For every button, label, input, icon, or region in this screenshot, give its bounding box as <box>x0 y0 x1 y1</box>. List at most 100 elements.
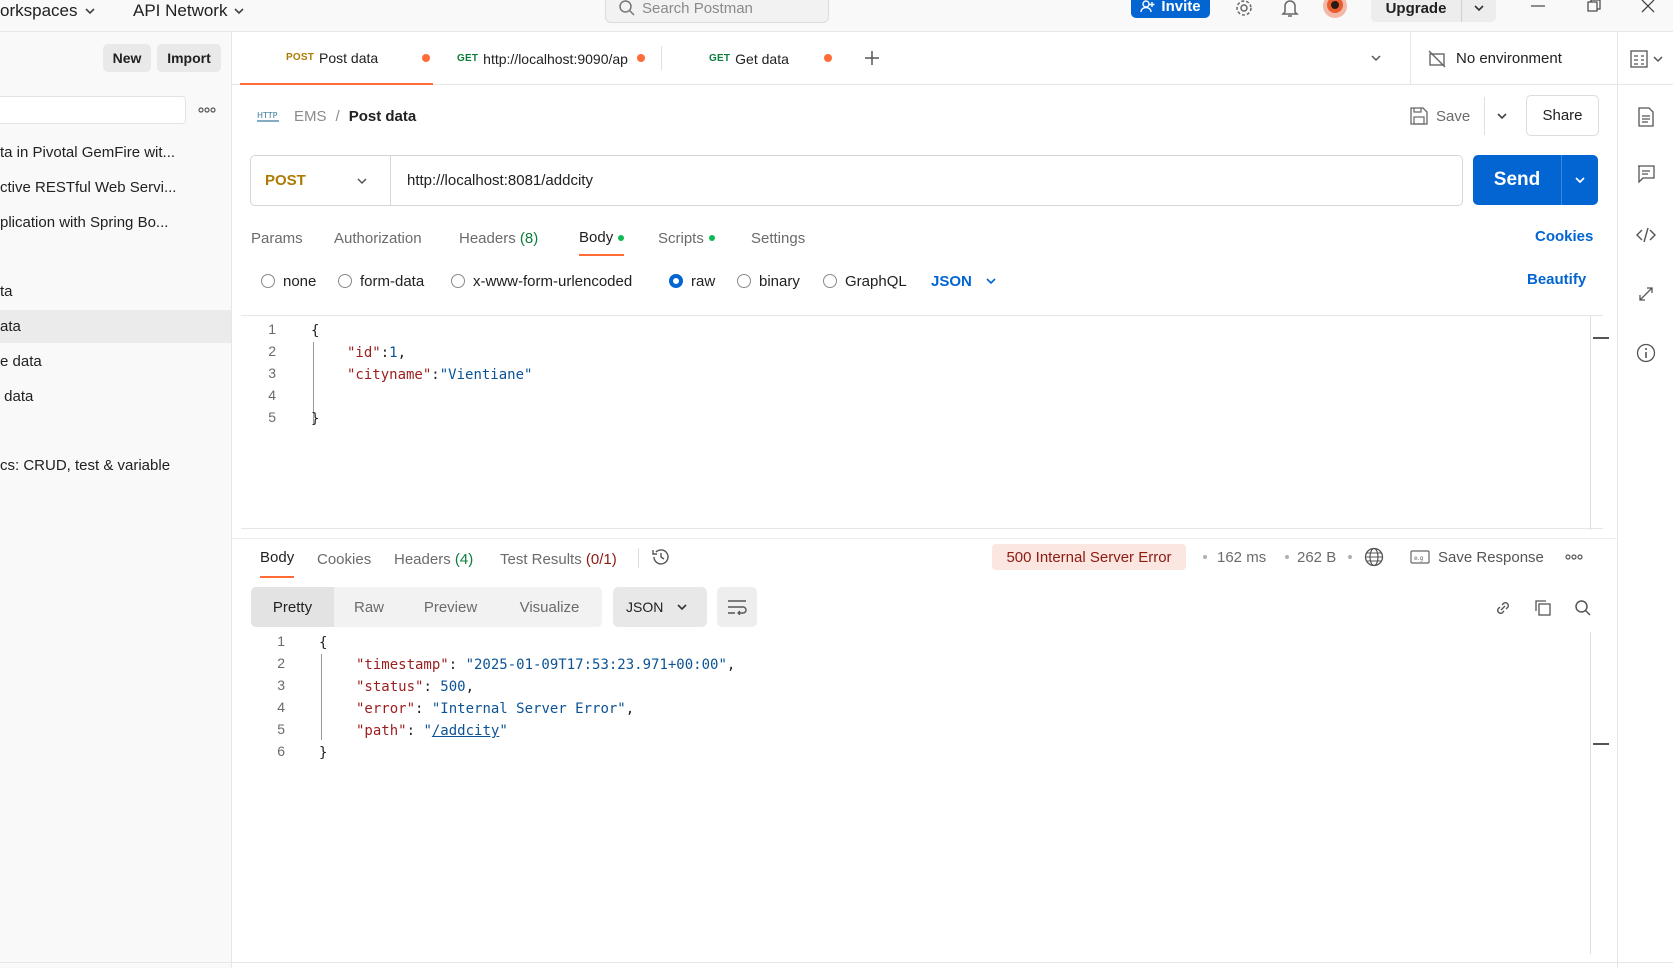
wrap-lines-icon <box>728 600 747 615</box>
sidebar-item[interactable]: data <box>0 380 231 413</box>
wrap-lines-button[interactable] <box>717 587 757 627</box>
minimize-icon[interactable] <box>1527 0 1549 12</box>
chevron-down-icon[interactable] <box>1573 173 1587 187</box>
related-collections-icon[interactable] <box>1634 282 1658 306</box>
sidebar-item[interactable]: ta in Pivotal GemFire wit... <box>0 136 231 169</box>
scrollbar-track[interactable] <box>1590 632 1591 954</box>
settings-icon[interactable] <box>1232 0 1256 20</box>
tab-params[interactable]: Params <box>251 224 303 252</box>
line-number: 6 <box>277 743 285 759</box>
import-button[interactable]: Import <box>157 44 221 72</box>
upgrade-button[interactable]: Upgrade <box>1371 0 1496 22</box>
documentation-icon[interactable] <box>1634 105 1658 129</box>
tab-settings[interactable]: Settings <box>751 224 805 252</box>
breadcrumb-collection[interactable]: EMS <box>294 108 327 125</box>
save-response-button[interactable]: e.g Save Response <box>1410 546 1544 568</box>
cookies-link[interactable]: Cookies <box>1535 228 1593 245</box>
chevron-down-icon[interactable] <box>1495 109 1509 123</box>
close-icon[interactable] <box>1637 0 1659 15</box>
format-raw[interactable]: Raw <box>334 587 404 627</box>
json-path-link[interactable]: /addcity <box>432 723 499 739</box>
sidebar-item[interactable]: ta <box>0 275 231 308</box>
sidebar-item[interactable]: plication with Spring Bo... <box>0 206 231 239</box>
radio-circle <box>338 274 352 288</box>
format-visualize[interactable]: Visualize <box>497 587 602 627</box>
format-pretty[interactable]: Pretty <box>251 587 334 627</box>
workspaces-menu[interactable]: orkspaces <box>0 0 97 22</box>
radio-circle <box>823 274 837 288</box>
invite-button[interactable]: Invite <box>1131 0 1210 18</box>
scrollbar-track[interactable] <box>1590 316 1591 530</box>
restore-icon[interactable] <box>1583 0 1605 14</box>
radio-raw[interactable]: raw <box>669 270 715 292</box>
tab-get-localhost[interactable]: GET http://localhost:9090/ap <box>457 32 655 85</box>
share-button[interactable]: Share <box>1526 95 1599 136</box>
new-tab-icon[interactable] <box>860 46 884 70</box>
response-tab-body[interactable]: Body <box>260 546 295 578</box>
beautify-link[interactable]: Beautify <box>1527 271 1586 288</box>
sidebar-search-input[interactable] <box>0 96 186 124</box>
code-line: } <box>311 408 319 430</box>
code-line: { <box>319 632 327 654</box>
tab-headers[interactable]: Headers (8) <box>459 224 538 252</box>
response-size[interactable]: 262 B <box>1297 546 1336 568</box>
format-preview[interactable]: Preview <box>404 587 497 627</box>
scrollbar-thumb[interactable] <box>1593 743 1609 745</box>
radio-x-www-form-urlencoded[interactable]: x-www-form-urlencoded <box>451 270 632 292</box>
more-options-icon[interactable] <box>1563 549 1585 565</box>
sidebar-item-label: data <box>0 388 34 405</box>
radio-graphql[interactable]: GraphQL <box>823 270 907 292</box>
info-icon[interactable] <box>1634 341 1658 365</box>
method-select[interactable]: POST <box>251 156 391 205</box>
link-icon[interactable] <box>1492 597 1514 619</box>
code-line: "status": 500, <box>356 676 474 698</box>
response-tab-headers[interactable]: Headers (4) <box>394 546 473 572</box>
chevron-down-icon[interactable] <box>1366 48 1386 68</box>
more-options-icon[interactable] <box>196 102 218 118</box>
environment-quicklook-icon[interactable] <box>1628 48 1650 70</box>
sidebar-item-active[interactable]: ata <box>0 310 231 343</box>
avatar[interactable] <box>1321 0 1349 20</box>
save-button[interactable]: Save <box>1410 96 1509 136</box>
tab-authorization[interactable]: Authorization <box>334 224 422 252</box>
radio-binary[interactable]: binary <box>737 270 800 292</box>
send-button[interactable]: Send <box>1473 155 1598 205</box>
radio-none[interactable]: none <box>261 270 316 292</box>
search-icon[interactable] <box>1572 597 1594 619</box>
response-tab-test-results[interactable]: Test Results (0/1) <box>500 546 617 572</box>
copy-icon[interactable] <box>1532 597 1554 619</box>
new-button[interactable]: New <box>103 44 151 72</box>
comments-icon[interactable] <box>1634 162 1658 186</box>
response-tab-cookies[interactable]: Cookies <box>317 546 371 572</box>
tab-get-data[interactable]: GET Get data <box>662 32 842 85</box>
api-network-menu[interactable]: API Network <box>133 0 246 22</box>
body-format-select[interactable]: JSON <box>931 270 998 292</box>
scrollbar-thumb[interactable] <box>1593 337 1609 339</box>
history-icon[interactable] <box>650 546 672 568</box>
sidebar-item[interactable]: ctive RESTful Web Servi... <box>0 171 231 204</box>
json-number: 500 <box>440 679 466 695</box>
sidebar-item[interactable]: cs: CRUD, test & variable <box>0 449 231 482</box>
globe-icon[interactable] <box>1363 546 1385 568</box>
code-icon[interactable] <box>1634 223 1658 247</box>
url-input[interactable]: http://localhost:8081/addcity <box>391 172 593 189</box>
response-language-select[interactable]: JSON <box>613 587 707 627</box>
search-input[interactable]: Search Postman <box>605 0 829 23</box>
chevron-down-icon <box>234 8 245 15</box>
response-time[interactable]: 162 ms <box>1217 546 1266 568</box>
pane-divider[interactable] <box>232 538 1617 539</box>
request-body-editor[interactable]: 1 2 3 4 5 { "id":1, "cityname": "Vientian… <box>241 315 1609 530</box>
tab-scripts[interactable]: Scripts <box>658 224 715 252</box>
tab-label: Get data <box>735 50 789 67</box>
tab-post-data[interactable]: POST Post data <box>240 32 433 85</box>
bell-icon[interactable] <box>1278 0 1302 20</box>
response-body-viewer[interactable]: 1 2 3 4 5 6 { "timestamp": "2025-01-09T1… <box>241 632 1609 954</box>
chevron-down-icon[interactable] <box>1471 0 1487 16</box>
radio-form-data[interactable]: form-data <box>338 270 424 292</box>
tab-body[interactable]: Body <box>579 224 625 256</box>
page-title[interactable]: Post data <box>349 108 417 125</box>
json-number: 1 <box>389 345 398 361</box>
status-badge[interactable]: 500 Internal Server Error <box>992 544 1186 570</box>
indent-guide <box>321 654 322 740</box>
sidebar-item[interactable]: e data <box>0 345 231 378</box>
